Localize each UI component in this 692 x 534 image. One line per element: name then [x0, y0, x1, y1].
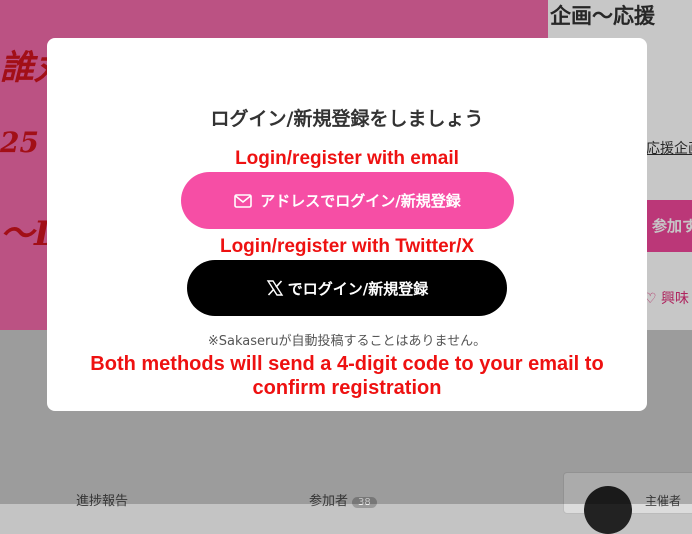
auto-post-note: ※Sakaseruが自動投稿することはありません。: [207, 334, 487, 349]
annotation-code: Both methods will send a 4-digit code to…: [90, 353, 604, 399]
annotation-twitter: Login/register with Twitter/X: [219, 236, 475, 257]
modal-title: ログイン/新規登録をしましょう: [210, 108, 484, 130]
x-login-label: でログイン/新規登録: [287, 279, 429, 298]
login-modal: ログイン/新規登録をしましょう Login/register with emai…: [47, 38, 647, 411]
annotation-email: Login/register with email: [235, 148, 459, 169]
mail-icon: [234, 193, 253, 208]
email-login-button[interactable]: アドレスでログイン/新規登録: [181, 172, 514, 229]
email-login-label: アドレスでログイン/新規登録: [260, 192, 461, 210]
x-login-button[interactable]: でログイン/新規登録: [187, 260, 507, 316]
x-logo-icon: [266, 279, 284, 297]
